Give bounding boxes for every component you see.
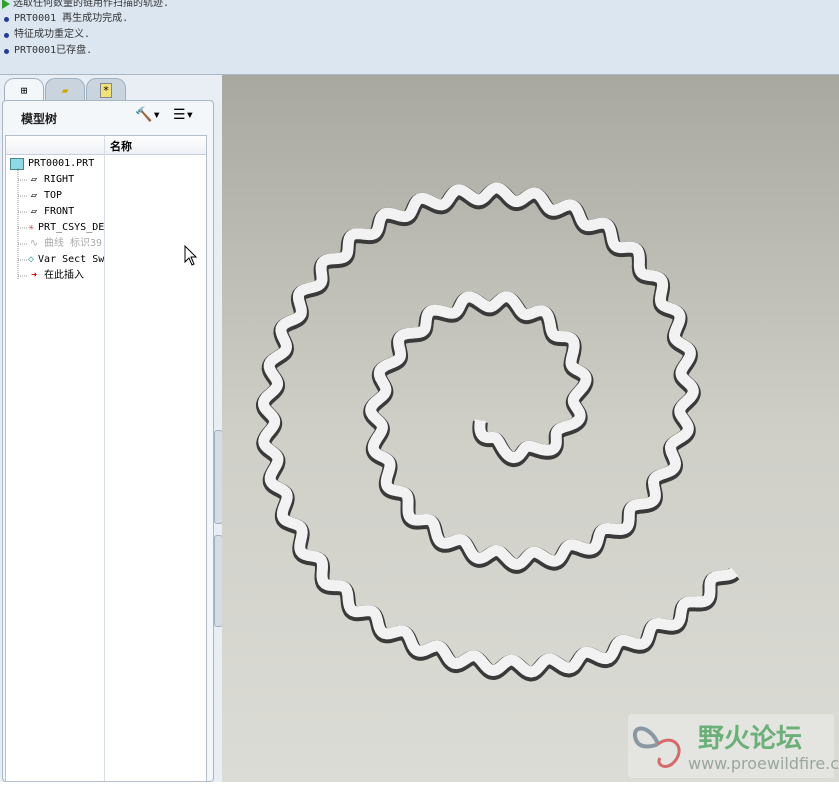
column-name: 名称 <box>110 140 132 153</box>
arrow-icon <box>2 0 10 9</box>
favorites-icon: * <box>99 82 113 98</box>
tools-icon: 🔨 <box>135 107 153 123</box>
graphics-window[interactable] <box>222 75 839 782</box>
list-icon: ☰ <box>173 107 186 123</box>
navigator-panel: ⊞ ▰ * 模型树 🔨▾ ☰▾ 名称 PRT0001.PRT ▱ RIGHT ▱ T… <box>0 75 223 782</box>
bullet-icon <box>4 16 9 22</box>
tree-connector-lines <box>17 168 28 280</box>
settings-dropdown[interactable]: 🔨▾ <box>135 107 161 123</box>
watermark-url: www.proewildfire.cn <box>688 754 839 773</box>
tab-folder-browser[interactable]: ▰ <box>45 78 85 101</box>
spiral-sweep-model <box>256 182 740 682</box>
logo-icon <box>632 726 681 768</box>
message-text: 特征成功重定义. <box>14 29 91 40</box>
watermark-title: 野火论坛 <box>698 724 803 754</box>
message-text: PRT0001 再生成功完成. <box>14 13 129 24</box>
show-dropdown[interactable]: ☰▾ <box>173 107 194 123</box>
spiral-surface <box>258 182 738 678</box>
message-area: 选取任何数量的链用作扫描的轨迹. PRT0001 再生成功完成. 特征成功重定义… <box>0 0 839 75</box>
message-text: PRT0001已存盘. <box>14 45 93 56</box>
bullet-icon <box>4 48 9 54</box>
message-line: 特征成功重定义. <box>2 27 90 43</box>
model-tree-panel: 模型树 🔨▾ ☰▾ 名称 PRT0001.PRT ▱ RIGHT ▱ TOP ▱ FR… <box>2 100 214 782</box>
bullet-icon <box>4 32 9 38</box>
watermark: 野火论坛 www.proewildfire.cn <box>628 714 839 778</box>
model-tree: 名称 PRT0001.PRT ▱ RIGHT ▱ TOP ▱ FRONT ✳ PRT_C… <box>5 135 207 782</box>
message-line: PRT0001已存盘. <box>2 43 92 59</box>
mouse-cursor-icon <box>184 245 198 266</box>
folder-icon: ▰ <box>61 83 69 97</box>
panel-title: 模型树 <box>21 112 58 126</box>
tab-favorites[interactable]: * <box>86 78 126 101</box>
tab-model-tree[interactable]: ⊞ <box>4 78 44 101</box>
model-tree-icon: ⊞ <box>20 83 28 97</box>
message-line: PRT0001 再生成功完成. <box>2 11 128 27</box>
column-divider <box>104 136 105 781</box>
